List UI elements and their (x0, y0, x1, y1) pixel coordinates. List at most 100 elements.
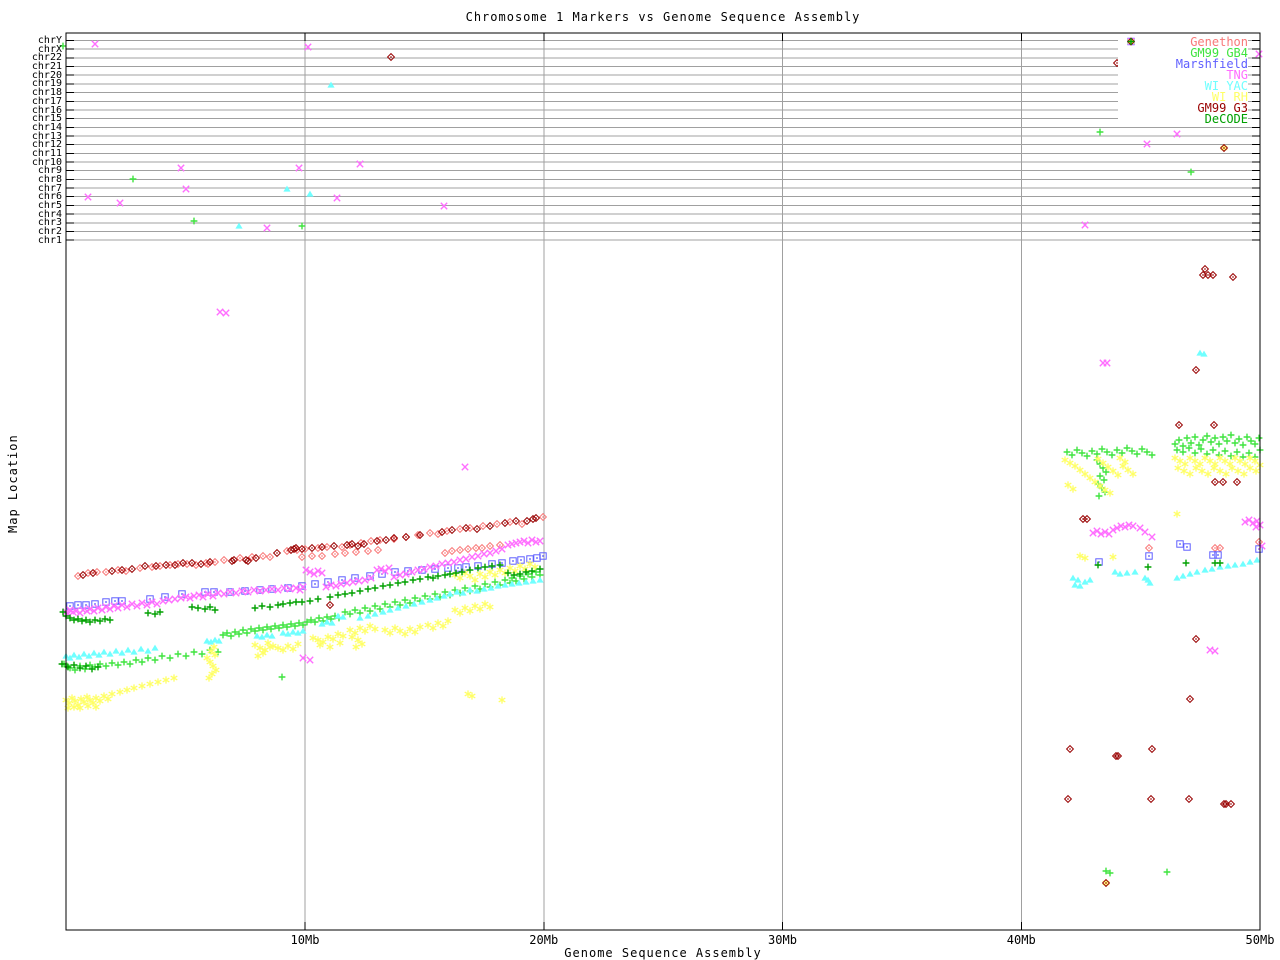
data-point (1208, 270, 1218, 280)
data-point (441, 571, 449, 579)
data-point (340, 548, 350, 558)
data-point (1201, 566, 1209, 573)
data-point (1174, 420, 1184, 430)
data-point (144, 609, 152, 617)
data-point (1185, 694, 1195, 704)
data-point (1193, 568, 1201, 575)
data-point (333, 194, 341, 202)
data-point (1240, 470, 1248, 478)
data-point (1191, 433, 1199, 441)
data-point (1198, 467, 1206, 475)
data-point (492, 519, 502, 529)
data-point (1181, 460, 1189, 468)
data-point (381, 626, 389, 634)
data-point (346, 626, 354, 634)
data-point (1243, 433, 1251, 441)
data-point (166, 654, 174, 662)
data-point (386, 52, 396, 62)
data-point (1186, 454, 1194, 462)
data-point (1096, 128, 1104, 136)
data-point (1223, 437, 1231, 445)
data-point (1215, 440, 1223, 448)
data-point (102, 662, 110, 670)
data-point (1106, 489, 1114, 497)
data-point (366, 622, 374, 630)
data-point (1239, 441, 1247, 449)
data-point (481, 573, 489, 581)
data-point (424, 573, 432, 581)
data-point (447, 546, 457, 556)
data-point (456, 556, 464, 564)
data-point (385, 564, 393, 572)
data-point (1095, 558, 1103, 566)
data-point (476, 605, 484, 613)
data-point (1228, 272, 1238, 282)
data-point (1191, 457, 1199, 465)
chromosome-lines (66, 40, 1260, 241)
plot-canvas (58, 32, 1266, 931)
data-point (498, 696, 506, 704)
data-point (1231, 439, 1239, 447)
data-point (533, 554, 541, 562)
data-point (91, 40, 99, 48)
data-point (379, 582, 387, 590)
data-point (438, 560, 446, 568)
data-point (306, 190, 314, 197)
data-point (1207, 438, 1215, 446)
data-point (1209, 420, 1219, 430)
data-point (455, 524, 465, 534)
data-point (328, 619, 336, 626)
data-point (274, 601, 282, 609)
data-point (361, 627, 369, 635)
data-point (322, 542, 332, 552)
data-point (1191, 634, 1201, 644)
data-point (462, 555, 470, 563)
data-point (311, 580, 319, 588)
data-point (1232, 477, 1242, 487)
data-point (536, 576, 544, 583)
data-point (262, 586, 270, 594)
data-point (455, 545, 465, 555)
data-point (1219, 433, 1227, 441)
data-point (1226, 799, 1236, 809)
data-point (1131, 568, 1139, 575)
data-point (280, 584, 288, 592)
data-point (1146, 794, 1156, 804)
legend: Genethon GM99 GB4 Marshfield TNG WI YAC WI RH… (1118, 35, 1248, 126)
data-point (326, 593, 334, 601)
data-point (1224, 562, 1232, 569)
data-point (461, 463, 469, 471)
data-point (256, 586, 264, 594)
data-point (348, 633, 356, 641)
data-point (492, 547, 500, 555)
data-point (1255, 50, 1263, 58)
plot-border (65, 32, 1261, 931)
data-point (1061, 456, 1069, 464)
data-point (1199, 436, 1207, 444)
data-point (325, 600, 335, 610)
data-point (1186, 470, 1194, 478)
data-point (1141, 528, 1149, 536)
data-point (158, 652, 166, 660)
data-point (440, 202, 448, 210)
data-point (1147, 744, 1157, 754)
data-point (1210, 477, 1220, 487)
data-point (481, 563, 489, 571)
data-point (1252, 467, 1260, 475)
data-point (1218, 477, 1228, 487)
data-point (106, 616, 114, 624)
x-tick-label-20Mb: 20Mb (529, 933, 559, 947)
data-point (386, 581, 394, 589)
data-point (474, 564, 482, 572)
data-point (263, 631, 271, 638)
series-genethon (73, 512, 1264, 581)
y-tick-label-chr1: chr1 (37, 234, 62, 246)
data-point (356, 624, 364, 632)
data-point (1179, 572, 1187, 579)
data-point (1183, 434, 1191, 442)
data-point (416, 623, 424, 631)
data-point (1209, 446, 1217, 454)
data-point (80, 650, 88, 657)
data-point (336, 639, 344, 647)
data-point (1183, 543, 1191, 551)
